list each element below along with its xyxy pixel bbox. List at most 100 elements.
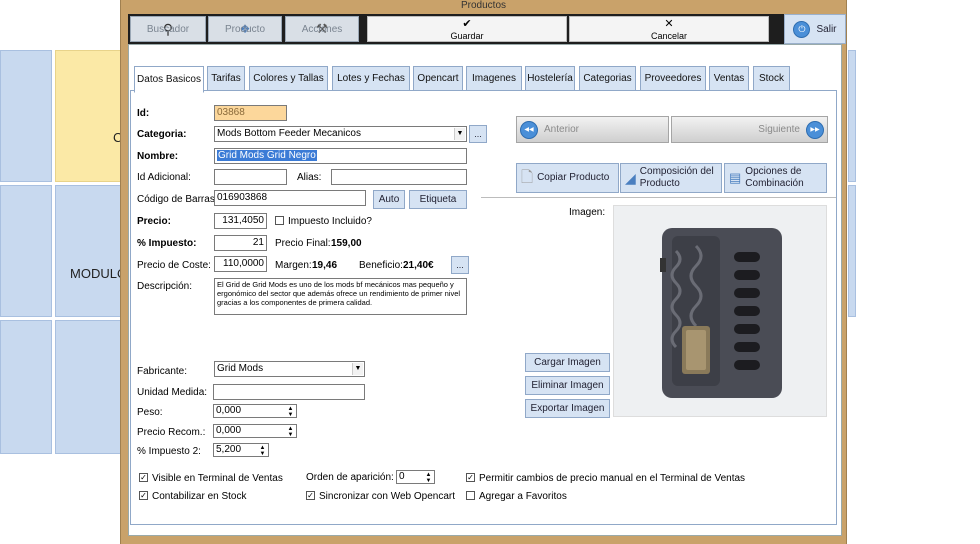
id-field[interactable]: 03868 bbox=[214, 105, 287, 121]
impuesto2-stepper[interactable]: 5,200 ▲ ▼ bbox=[213, 443, 269, 457]
beneficio-value: 21,40€ bbox=[403, 260, 434, 271]
peso-label: Peso: bbox=[137, 407, 163, 418]
cancelar-button[interactable]: ✕ Cancelar bbox=[569, 16, 769, 42]
tab-lotes-fechas[interactable]: Lotes y Fechas bbox=[332, 66, 410, 91]
guardar-button[interactable]: ✔ Guardar bbox=[367, 16, 567, 42]
tab-opencart[interactable]: Opencart bbox=[413, 66, 463, 91]
precio-recom-value: 0,000 bbox=[216, 425, 242, 436]
background-tile bbox=[848, 50, 856, 182]
spinner-arrows-icon[interactable]: ▲ ▼ bbox=[424, 472, 433, 483]
eliminar-imagen-button[interactable]: Eliminar Imagen bbox=[525, 376, 610, 395]
anterior-button[interactable]: ◀◀ Anterior bbox=[516, 116, 669, 143]
precio-recom-label: Precio Recom.: bbox=[137, 427, 206, 438]
fabricante-select[interactable]: Grid Mods ▼ bbox=[214, 361, 365, 377]
permitir-precio-manual-checkbox[interactable]: ✓ bbox=[466, 473, 475, 482]
spinner-arrows-icon[interactable]: ▲ ▼ bbox=[286, 426, 295, 437]
window-title: Productos bbox=[460, 0, 507, 11]
buscador-button[interactable]: ⚲ Buscador bbox=[130, 16, 206, 42]
datos-basicos-content: Id: 03868 Categoria: Mods Bottom Feeder … bbox=[130, 90, 837, 525]
unidad-medida-label: Unidad Medida: bbox=[137, 387, 208, 398]
descripcion-field[interactable]: El Grid de Grid Mods es uno de los mods … bbox=[214, 278, 467, 315]
precio-label: Precio: bbox=[137, 216, 171, 227]
auto-button[interactable]: Auto bbox=[373, 190, 405, 209]
margen-label: Margen: bbox=[275, 260, 312, 271]
acciones-label: Acciones bbox=[301, 23, 343, 35]
productos-window: Productos ⚲ Buscador ❖ Producto ⚒ Accion… bbox=[120, 0, 847, 544]
categoria-ellipsis-button[interactable]: ... bbox=[469, 125, 487, 143]
opciones-combinacion-label: Opciones de Combinación bbox=[745, 166, 804, 189]
section-divider bbox=[481, 197, 836, 198]
sincronizar-opencart-checkbox[interactable]: ✓ bbox=[306, 491, 315, 500]
etiqueta-button[interactable]: Etiqueta bbox=[409, 190, 467, 209]
copiar-producto-label: Copiar Producto bbox=[537, 172, 610, 183]
visible-terminal-label: Visible en Terminal de Ventas bbox=[152, 473, 283, 484]
composicion-producto-button[interactable]: ◢ Composición del Producto bbox=[620, 163, 722, 193]
cargar-imagen-button[interactable]: Cargar Imagen bbox=[525, 353, 610, 372]
tab-hosteleria[interactable]: Hostelería bbox=[525, 66, 575, 91]
fabricante-value: Grid Mods bbox=[217, 363, 264, 374]
id-adicional-label: Id Adicional: bbox=[137, 172, 191, 183]
categoria-value: Mods Bottom Feeder Mecanicos bbox=[217, 128, 361, 139]
spinner-arrows-icon[interactable]: ▲ ▼ bbox=[258, 445, 267, 456]
chevron-down-icon: ▼ bbox=[454, 128, 465, 140]
producto-button[interactable]: ❖ Producto bbox=[208, 16, 282, 42]
agregar-favoritos-label: Agregar a Favoritos bbox=[479, 491, 567, 502]
precio-field[interactable]: 131,4050 bbox=[214, 213, 267, 229]
nombre-field[interactable]: Grid Mods Grid Negro bbox=[214, 148, 467, 164]
impuesto-label: % Impuesto: bbox=[137, 238, 197, 249]
tab-proveedores[interactable]: Proveedores bbox=[640, 66, 706, 91]
fast-forward-icon: ▶▶ bbox=[806, 120, 824, 139]
tab-stock[interactable]: Stock bbox=[753, 66, 790, 91]
rewind-icon: ◀◀ bbox=[520, 120, 538, 139]
precio-recom-stepper[interactable]: 0,000 ▲ ▼ bbox=[213, 424, 297, 438]
toolbar: ⚲ Buscador ❖ Producto ⚒ Acciones ✔ Guard… bbox=[128, 14, 846, 44]
tab-colores-tallas[interactable]: Colores y Tallas bbox=[249, 66, 328, 91]
copiar-producto-button[interactable]: 🗋 Copiar Producto bbox=[516, 163, 619, 193]
codigo-barras-field[interactable]: 016903868 bbox=[214, 190, 366, 206]
id-adicional-field[interactable] bbox=[214, 169, 287, 185]
siguiente-button[interactable]: Siguiente ▶▶ bbox=[671, 116, 828, 143]
peso-stepper[interactable]: 0,000 ▲ ▼ bbox=[213, 404, 297, 418]
visible-terminal-checkbox[interactable]: ✓ bbox=[139, 473, 148, 482]
tab-imagenes[interactable]: Imagenes bbox=[466, 66, 522, 91]
background-tile-label: MODULO bbox=[70, 266, 128, 281]
codigo-barras-label: Código de Barras: bbox=[137, 194, 218, 205]
impuesto-incluido-checkbox[interactable] bbox=[275, 216, 284, 225]
coste-ellipsis-button[interactable]: ... bbox=[451, 256, 469, 274]
background-tile-highlighted bbox=[55, 50, 121, 182]
composicion-producto-label: Composición del Producto bbox=[639, 166, 714, 189]
unidad-medida-field[interactable] bbox=[213, 384, 365, 400]
contabilizar-stock-checkbox[interactable]: ✓ bbox=[139, 491, 148, 500]
acciones-button[interactable]: ⚒ Acciones bbox=[285, 16, 359, 42]
tab-tarifas[interactable]: Tarifas bbox=[207, 66, 245, 91]
tab-categorias[interactable]: Categorias bbox=[579, 66, 636, 91]
anterior-label: Anterior bbox=[544, 124, 580, 135]
background-tile bbox=[55, 185, 121, 317]
opciones-combinacion-button[interactable]: ▤ Opciones de Combinación bbox=[724, 163, 827, 193]
tab-ventas[interactable]: Ventas bbox=[709, 66, 749, 91]
orden-aparicion-label: Orden de aparición: bbox=[306, 472, 394, 483]
categoria-select[interactable]: Mods Bottom Feeder Mecanicos ▼ bbox=[214, 126, 467, 142]
buscador-label: Buscador bbox=[146, 23, 190, 35]
descripcion-label: Descripción: bbox=[137, 281, 193, 292]
impuesto-field[interactable]: 21 bbox=[214, 235, 267, 251]
categoria-label: Categoria: bbox=[137, 129, 187, 140]
agregar-favoritos-checkbox[interactable] bbox=[466, 491, 475, 500]
orden-aparicion-stepper[interactable]: 0 ▲ ▼ bbox=[396, 470, 435, 484]
impuesto2-value: 5,200 bbox=[216, 444, 242, 455]
precio-coste-field[interactable]: 110,0000 bbox=[214, 256, 267, 272]
exportar-imagen-button[interactable]: Exportar Imagen bbox=[525, 399, 610, 418]
product-image bbox=[613, 205, 827, 417]
permitir-precio-manual-label: Permitir cambios de precio manual en el … bbox=[479, 473, 746, 484]
alias-field[interactable] bbox=[331, 169, 467, 185]
salir-button[interactable]: ⏻ Salir bbox=[784, 14, 846, 44]
producto-label: Producto bbox=[224, 23, 266, 35]
imagen-label: Imagen: bbox=[569, 207, 606, 218]
power-icon: ⏻ bbox=[793, 20, 811, 38]
close-icon: ✕ bbox=[664, 18, 674, 30]
precio-final-value: 159,00 bbox=[331, 238, 362, 249]
spinner-arrows-icon[interactable]: ▲ ▼ bbox=[286, 406, 295, 417]
nombre-label: Nombre: bbox=[137, 151, 179, 162]
precio-coste-label: Precio de Coste: bbox=[137, 260, 211, 271]
tab-datos-basicos[interactable]: Datos Basicos bbox=[134, 66, 204, 93]
